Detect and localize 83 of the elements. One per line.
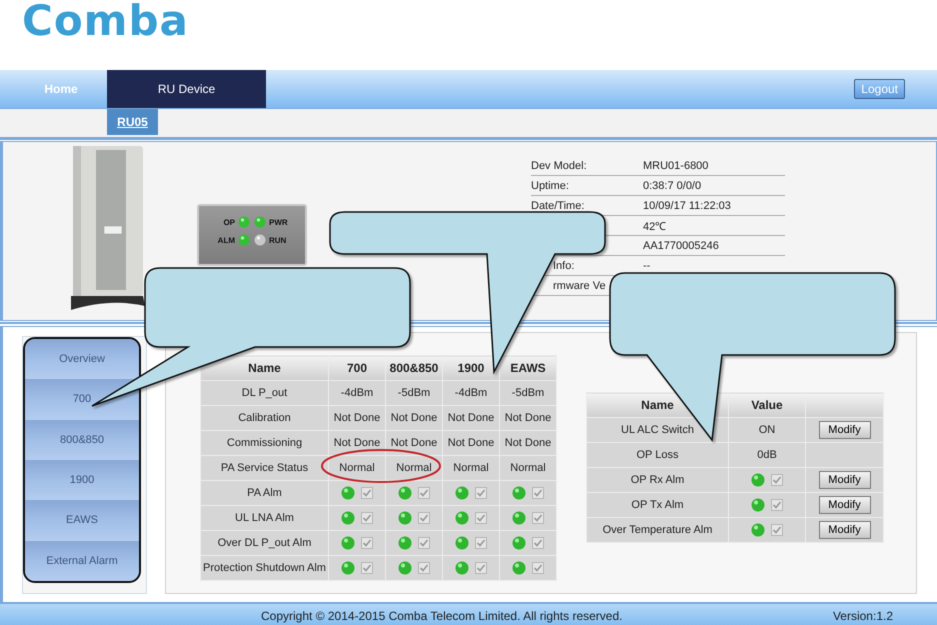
version-text: Version:1.2 — [832, 608, 893, 622]
checkbox[interactable] — [361, 562, 373, 574]
checkbox[interactable] — [532, 537, 544, 549]
info-label: rmware Ve — [553, 280, 606, 292]
info-value: 42℃ — [643, 221, 666, 233]
checkbox[interactable] — [418, 537, 430, 549]
row-label: Protection Shutdown Alm — [200, 556, 328, 580]
checkbox[interactable] — [361, 487, 373, 499]
nav-tab[interactable]: RU Device — [107, 70, 266, 108]
copyright-text: Copyright © 2014-2015 Comba Telecom Limited. All rights reserved. — [261, 608, 622, 622]
table-cell: ON — [728, 418, 806, 442]
info-value: -- — [643, 260, 650, 272]
info-label: Dev Model: — [531, 160, 587, 172]
row-label: Over Temperature Alm — [586, 518, 728, 542]
row-label: Over DL P_out Alm — [200, 530, 328, 556]
table-cell: Normal — [500, 456, 556, 480]
modify-button[interactable]: Modify — [818, 496, 870, 514]
table-cell: Not Done — [328, 406, 386, 430]
column-header: Value — [728, 392, 806, 418]
column-header: EAWS — [500, 356, 556, 380]
info-label: Date/Time: — [531, 200, 584, 212]
row-label: PA Alm — [200, 480, 328, 506]
checkbox[interactable] — [532, 487, 544, 499]
info-label: Uptime: — [531, 180, 569, 192]
checkbox[interactable] — [475, 537, 487, 549]
logout-button[interactable]: Logout — [854, 79, 905, 99]
table-cell: Not Done — [386, 406, 442, 430]
row-label: OP Rx Alm — [586, 468, 728, 492]
checkbox[interactable] — [418, 562, 430, 574]
row-label: OP Loss — [586, 442, 728, 468]
row-label: PA Service Status — [200, 456, 328, 480]
led-label: RUN — [269, 236, 286, 244]
checkbox[interactable] — [771, 474, 783, 486]
led-label: ALM — [218, 236, 235, 244]
info-value: MRU01-6800 — [643, 160, 708, 172]
column-header: 1900 — [442, 356, 500, 380]
info-value: 10/09/17 11:22:03 — [643, 200, 731, 212]
table-cell: Not Done — [442, 406, 500, 430]
info-label: Info: — [553, 260, 574, 272]
table-cell: Not Done — [500, 406, 556, 430]
table-cell: Not Done — [442, 430, 500, 456]
logo: Comba — [22, 0, 189, 45]
checkbox[interactable] — [532, 562, 544, 574]
sidebar-item[interactable]: 800&850 — [25, 420, 139, 460]
info-value: AA1770005246 — [643, 240, 719, 252]
info-value: 0:38:7 0/0/0 — [643, 180, 702, 192]
table-cell: Normal — [442, 456, 500, 480]
table-cell: -5dBm — [500, 380, 556, 406]
device-tab[interactable]: RU05 — [107, 109, 158, 135]
modify-button[interactable]: Modify — [818, 421, 870, 439]
sidebar-item[interactable]: 700 — [25, 379, 139, 420]
table-cell: Not Done — [500, 430, 556, 456]
column-header: 700 — [328, 356, 386, 380]
checkbox[interactable] — [475, 487, 487, 499]
table-cell: -4dBm — [442, 380, 500, 406]
column-header: 800&850 — [386, 356, 442, 380]
sidebar-item[interactable]: 1900 — [25, 460, 139, 500]
sidebar-item[interactable]: Overview — [25, 339, 139, 380]
checkbox[interactable] — [361, 537, 373, 549]
table-cell: Normal — [328, 456, 386, 480]
led-label: OP — [223, 218, 235, 226]
row-label: OP Tx Alm — [586, 492, 728, 518]
checkbox[interactable] — [771, 524, 783, 536]
row-label: DL P_out — [200, 380, 328, 406]
row-label: Calibration — [200, 406, 328, 430]
sidebar-item[interactable]: External Alarm — [25, 540, 139, 581]
modify-button[interactable]: Modify — [818, 471, 870, 489]
row-label: Commissioning — [200, 430, 328, 456]
table-cell: 0dB — [728, 442, 806, 468]
led-label: PWR — [269, 218, 288, 226]
modify-button[interactable]: Modify — [818, 521, 870, 539]
checkbox[interactable] — [475, 512, 487, 524]
table-cell: -4dBm — [328, 380, 386, 406]
checkbox[interactable] — [418, 512, 430, 524]
sidebar-item[interactable]: EAWS — [25, 500, 139, 541]
checkbox[interactable] — [418, 487, 430, 499]
checkbox[interactable] — [771, 499, 783, 511]
table-cell: -5dBm — [386, 380, 442, 406]
checkbox[interactable] — [532, 512, 544, 524]
row-label: UL LNA Alm — [200, 506, 328, 530]
column-header: Name — [200, 356, 328, 380]
checkbox[interactable] — [361, 512, 373, 524]
checkbox[interactable] — [475, 562, 487, 574]
